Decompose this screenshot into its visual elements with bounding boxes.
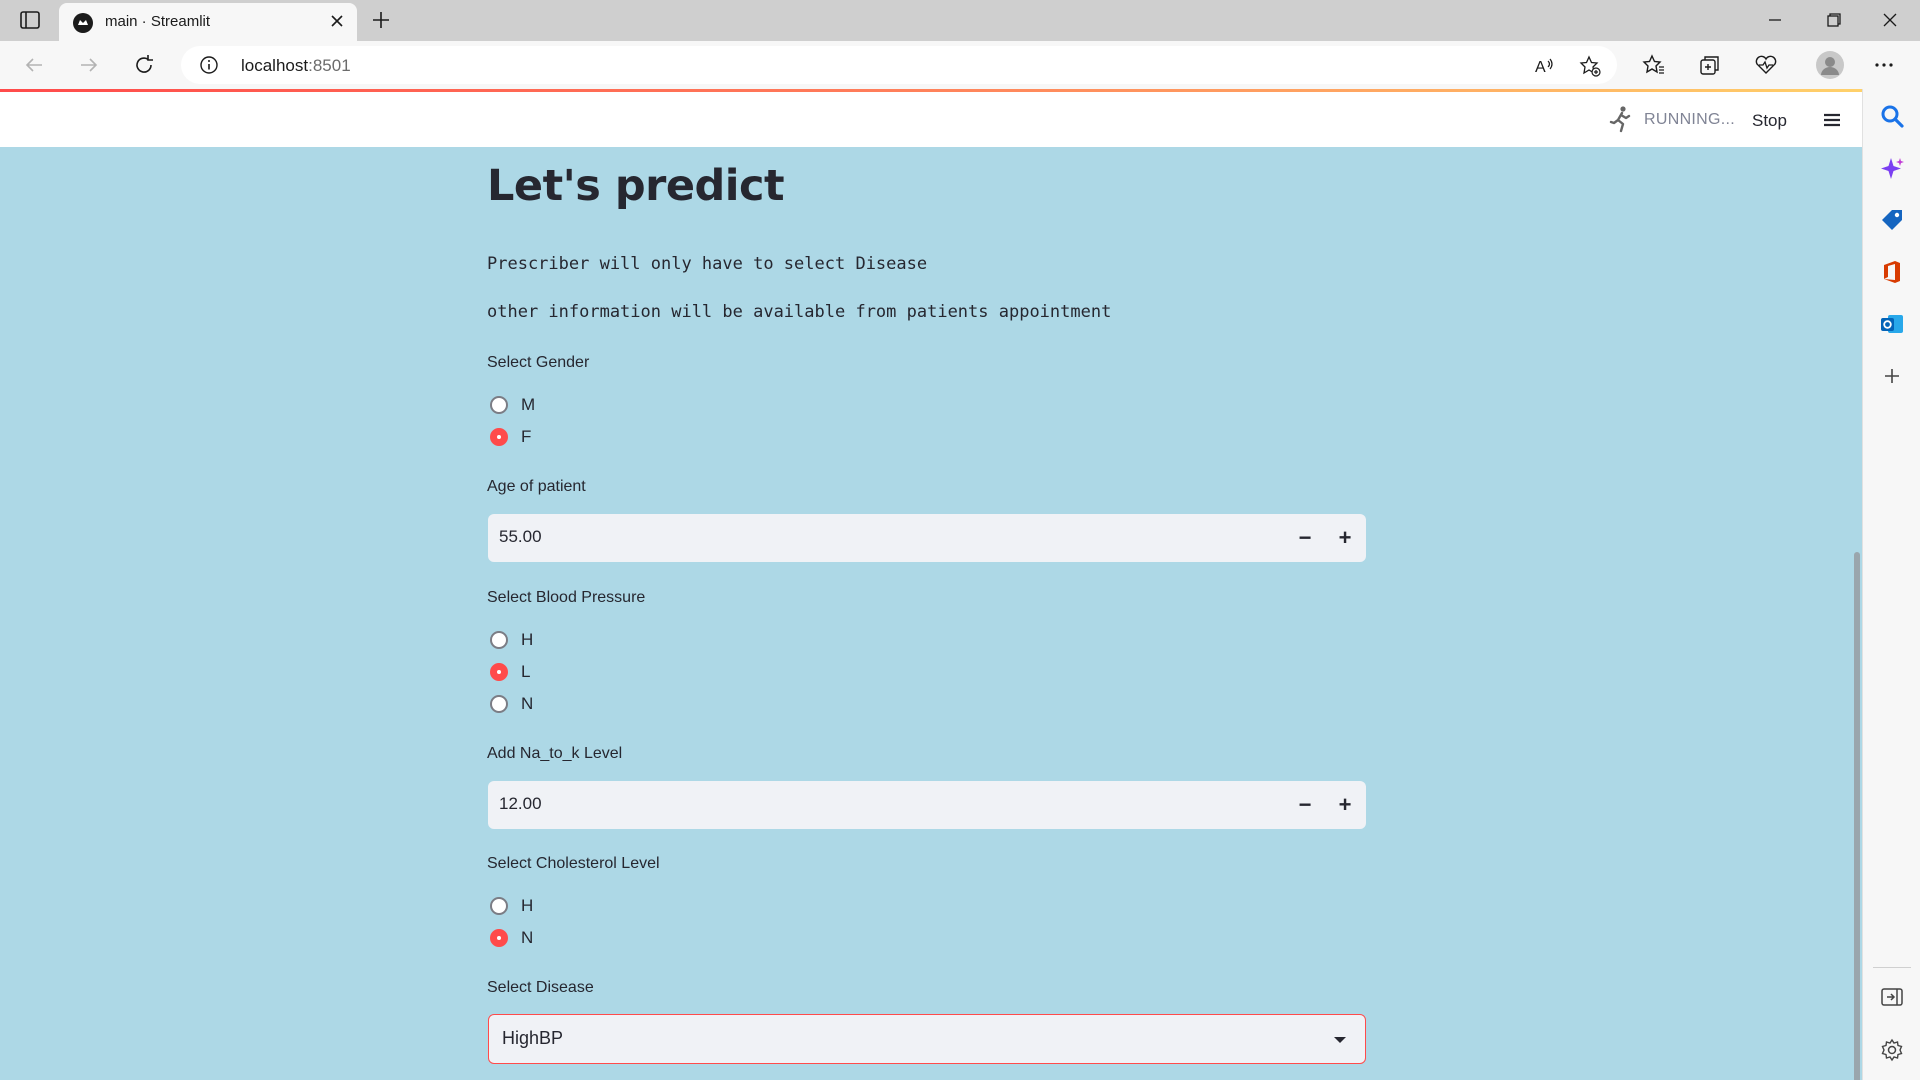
disease-selected-value: HighBP (502, 1028, 564, 1048)
svg-text:A: A (1535, 59, 1546, 76)
new-tab-icon[interactable] (369, 8, 393, 32)
browser-tab-active[interactable]: main · Streamlit (59, 3, 357, 41)
na-to-k-value[interactable]: 12.00 (499, 794, 542, 814)
more-options-icon[interactable] (1872, 53, 1896, 77)
tab-actions-icon[interactable] (18, 8, 42, 32)
office-icon[interactable] (1879, 259, 1905, 285)
hide-sidebar-icon[interactable] (1879, 984, 1905, 1010)
copilot-sparkle-icon[interactable] (1879, 156, 1905, 182)
info-text-line-2: other information will be available from… (487, 302, 1112, 322)
main-menu-icon[interactable] (1820, 108, 1844, 132)
add-sidebar-app-icon[interactable] (1879, 363, 1905, 389)
na-to-k-increment-button[interactable]: + (1325, 781, 1365, 829)
app-view: Let's predict Prescriber will only have … (0, 147, 1862, 1080)
radio-checked-icon (490, 929, 508, 947)
na-to-k-number-input[interactable]: 12.00 − + (488, 781, 1366, 829)
radio-label: N (521, 694, 534, 713)
restore-icon[interactable] (1819, 7, 1847, 33)
radio-icon (490, 631, 508, 649)
streamlit-favicon-icon (73, 13, 93, 33)
favorites-icon[interactable] (1642, 53, 1666, 77)
tab-title: main · Streamlit (105, 13, 211, 30)
streamlit-header: RUNNING... Stop (0, 92, 1862, 147)
url-text: localhost:8501 (241, 56, 351, 76)
browser-toolbar: localhost:8501 A (0, 41, 1920, 89)
radio-label: N (521, 928, 534, 947)
radio-checked-icon (490, 663, 508, 681)
radio-label: H (521, 896, 534, 915)
disease-select[interactable]: HighBP (488, 1014, 1366, 1064)
cholesterol-option-h[interactable]: H (490, 894, 533, 918)
info-text-line-1: Prescriber will only have to select Dise… (487, 254, 928, 274)
profile-avatar-icon[interactable] (1815, 50, 1845, 80)
gender-option-m[interactable]: M (490, 393, 535, 417)
running-man-icon (1605, 104, 1635, 134)
gender-label: Select Gender (487, 354, 590, 371)
refresh-icon[interactable] (132, 53, 156, 77)
close-tab-icon[interactable] (327, 11, 347, 31)
address-bar[interactable]: localhost:8501 A (181, 46, 1617, 84)
radio-icon (490, 695, 508, 713)
back-icon[interactable] (22, 53, 46, 77)
radio-label: H (521, 630, 534, 649)
bp-option-l[interactable]: L (490, 660, 530, 684)
add-favorite-icon[interactable] (1579, 55, 1601, 77)
radio-icon (490, 897, 508, 915)
collections-icon[interactable] (1698, 53, 1722, 77)
disease-label: Select Disease (487, 979, 594, 996)
bp-option-n[interactable]: N (490, 692, 533, 716)
radio-label: L (521, 662, 531, 681)
cholesterol-option-n[interactable]: N (490, 926, 533, 950)
na-to-k-label: Add Na_to_k Level (487, 745, 623, 762)
browser-tab-bar: main · Streamlit (0, 0, 1920, 41)
running-status-text: RUNNING... (1644, 111, 1735, 128)
page-title: Let's predict (487, 161, 785, 211)
age-number-input[interactable]: 55.00 − + (488, 514, 1366, 562)
site-info-icon[interactable] (199, 55, 219, 75)
na-to-k-decrement-button[interactable]: − (1285, 781, 1325, 829)
blood-pressure-label: Select Blood Pressure (487, 589, 646, 606)
age-value[interactable]: 55.00 (499, 527, 542, 547)
radio-checked-icon (490, 428, 508, 446)
radio-icon (490, 396, 508, 414)
age-label: Age of patient (487, 478, 586, 495)
url-port: :8501 (308, 56, 351, 75)
forward-icon[interactable] (77, 53, 101, 77)
outlook-icon[interactable] (1879, 311, 1905, 337)
close-window-icon[interactable] (1876, 7, 1904, 33)
minimize-icon[interactable] (1761, 7, 1789, 33)
cholesterol-label: Select Cholesterol Level (487, 855, 660, 872)
settings-gear-icon[interactable] (1879, 1037, 1905, 1063)
age-decrement-button[interactable]: − (1285, 514, 1325, 562)
bp-option-h[interactable]: H (490, 628, 533, 652)
search-icon[interactable] (1879, 103, 1905, 129)
chevron-down-icon[interactable] (1331, 1031, 1349, 1049)
edge-sidebar (1862, 89, 1920, 1080)
gender-option-f[interactable]: F (490, 425, 531, 449)
age-increment-button[interactable]: + (1325, 514, 1365, 562)
radio-label: M (521, 395, 536, 414)
sidebar-divider (1873, 967, 1911, 968)
stop-button[interactable]: Stop (1752, 111, 1787, 131)
shopping-tag-icon[interactable] (1879, 207, 1905, 233)
read-aloud-icon[interactable]: A (1533, 55, 1555, 77)
page-scrollbar[interactable] (1854, 552, 1860, 1080)
radio-label: F (521, 427, 532, 446)
browser-essentials-icon[interactable] (1754, 53, 1778, 77)
url-host: localhost (241, 56, 309, 75)
